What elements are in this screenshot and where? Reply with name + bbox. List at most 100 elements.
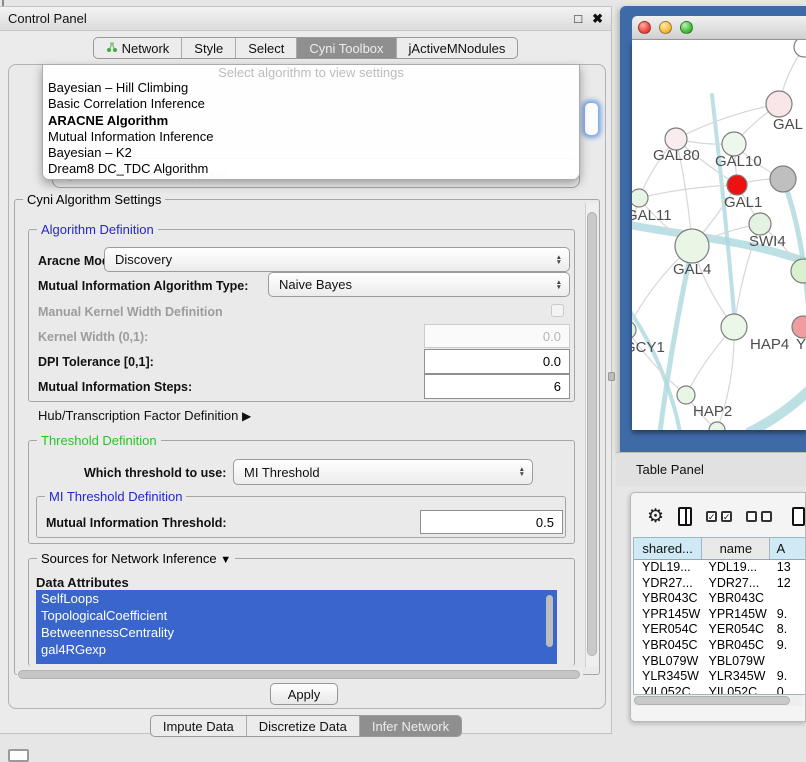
network-node-swi4[interactable]	[749, 213, 771, 235]
settings-horizontal-scrollbar[interactable]	[17, 669, 583, 680]
minimized-panel-icon[interactable]	[8, 749, 29, 762]
table-row[interactable]: YBR045CYBR045C9.	[634, 638, 806, 654]
top-tab-strip: NetworkStyleSelectCyni ToolboxjActiveMNo…	[0, 37, 611, 59]
network-edge-highlight	[632, 300, 680, 430]
column-header-clipped[interactable]: A	[770, 538, 806, 559]
kernel-width-field[interactable]: 0.0	[424, 324, 570, 348]
aracne-mode-value: Discovery	[115, 252, 172, 267]
zoom-window-icon[interactable]	[680, 21, 693, 34]
tab-discretize-data[interactable]: Discretize Data	[247, 716, 360, 736]
gear-icon[interactable]: ⚙	[647, 507, 664, 526]
network-node-hap4[interactable]	[721, 314, 747, 340]
column-header-shared-name[interactable]: shared...	[634, 538, 702, 559]
tab-infer-network[interactable]: Infer Network	[360, 716, 461, 736]
table-cell: YIL052C	[634, 685, 702, 695]
attributes-scrollbar-thumb[interactable]	[546, 595, 553, 647]
aracne-mode-combo[interactable]: Discovery ▲▼	[104, 247, 570, 272]
attribute-item[interactable]: BetweennessCentrality	[36, 624, 557, 641]
network-node-gal4[interactable]	[675, 229, 709, 263]
settings-vscroll-thumb[interactable]	[587, 212, 597, 656]
table-horizontal-scrollbar[interactable]	[633, 695, 803, 706]
hub-definition-toggle[interactable]: Hub/Transcription Factor Definition ▶	[38, 408, 251, 423]
algorithm-option[interactable]: Bayesian – K2	[43, 145, 579, 161]
column-header-name[interactable]: name	[702, 538, 770, 559]
tab-jactivemnodules[interactable]: jActiveMNodules	[397, 38, 518, 58]
data-attributes-list[interactable]: SelfLoopsTopologicalCoefficientBetweenne…	[36, 590, 557, 664]
dpi-tolerance-field[interactable]: 0.0	[424, 349, 570, 374]
table-cell: YBL079W	[634, 654, 702, 670]
close-panel-icon[interactable]: ✖	[592, 11, 603, 27]
mi-type-combo[interactable]: Naive Bayes ▲▼	[268, 272, 570, 297]
tab-style[interactable]: Style	[182, 38, 236, 58]
network-node[interactable]	[791, 259, 806, 283]
table-cell: 13	[771, 560, 806, 576]
algorithm-option[interactable]: Mutual Information Inference	[43, 129, 579, 145]
network-node-label: HAP2	[693, 403, 732, 420]
settings-vertical-scrollbar[interactable]	[585, 203, 598, 667]
sources-legend[interactable]: Sources for Network Inference ▼	[37, 551, 235, 566]
settings-hscroll-thumb[interactable]	[18, 670, 580, 679]
minimize-window-icon[interactable]	[659, 21, 672, 34]
network-node-label: Y	[796, 336, 806, 353]
tab-impute-data[interactable]: Impute Data	[151, 716, 247, 736]
tab-network[interactable]: Network	[94, 38, 183, 58]
table-cell: YPR145W	[702, 607, 770, 623]
attribute-item[interactable]: gal4RGexp	[36, 641, 557, 658]
close-window-icon[interactable]	[638, 21, 651, 34]
table-cell: YLR345W	[702, 669, 770, 685]
table-row[interactable]: YLR345WYLR345W9.	[634, 669, 806, 685]
select-all-icon[interactable]: ✓ ✓	[706, 511, 732, 522]
table-row[interactable]: YBR043CYBR043C	[634, 591, 806, 607]
unchecked-box-icon	[746, 511, 757, 522]
table-cell: 8.	[771, 622, 806, 638]
table-row[interactable]: YDR27...YDR27...12	[634, 576, 806, 592]
table-cell: YBR043C	[634, 591, 702, 607]
combo-stepper-icon: ▲▼	[556, 255, 562, 265]
mi-threshold-legend: MI Threshold Definition	[45, 489, 186, 504]
tab-cyni-toolbox[interactable]: Cyni Toolbox	[297, 38, 396, 58]
table-hscroll-thumb[interactable]	[634, 696, 790, 705]
float-panel-icon[interactable]: □	[574, 11, 582, 26]
network-node-gal[interactable]	[766, 91, 792, 117]
tab-select[interactable]: Select	[236, 38, 297, 58]
which-threshold-combo[interactable]: MI Threshold ▲▼	[233, 459, 533, 485]
algorithm-option[interactable]: ARACNE Algorithm	[43, 113, 579, 129]
table-row[interactable]: YER054CYER054C8.	[634, 622, 806, 638]
mi-steps-value: 6	[554, 379, 561, 394]
network-node-hap2[interactable]	[677, 386, 695, 404]
panel-splitter-handle[interactable]	[608, 372, 615, 381]
deselect-all-icon[interactable]	[746, 511, 772, 522]
sources-legend-text: Sources for Network Inference	[41, 551, 217, 566]
network-node-label: HAP4	[750, 336, 789, 353]
algorithm-option[interactable]: Bayesian – Hill Climbing	[43, 80, 579, 96]
table-row[interactable]: YBL079WYBL079W	[634, 654, 806, 670]
table-row[interactable]: YDL19...YDL19...13	[634, 560, 806, 576]
network-node-gal1[interactable]	[727, 175, 747, 195]
data-attributes-label: Data Attributes	[36, 575, 129, 590]
network-node[interactable]	[709, 422, 725, 430]
table-row[interactable]: YPR145WYPR145W9.	[634, 607, 806, 623]
mi-steps-field[interactable]: 6	[424, 374, 570, 399]
control-panel-titlebar: Control Panel □ ✖	[0, 7, 611, 31]
apply-button[interactable]: Apply	[270, 683, 338, 705]
document-icon[interactable]	[792, 507, 805, 526]
network-node-y[interactable]	[792, 316, 806, 338]
network-node[interactable]	[770, 166, 796, 192]
manual-kernel-checkbox[interactable]	[551, 304, 564, 317]
mi-type-label: Mutual Information Algorithm Type:	[38, 279, 248, 293]
mi-threshold-field[interactable]: 0.5	[420, 510, 563, 534]
table-row[interactable]: YIL052CYIL052C0.	[634, 685, 806, 695]
network-node-gal11[interactable]	[632, 189, 648, 207]
checked-box-icon: ✓	[721, 511, 732, 522]
algorithm-option[interactable]: Basic Correlation Inference	[43, 96, 579, 112]
network-canvas[interactable]: GALGAL80GAL10GAL1GAL11SWI4GAL4GCY1HAP4YH…	[632, 40, 806, 430]
attribute-item[interactable]: SelfLoops	[36, 590, 557, 607]
attribute-item[interactable]: TopologicalCoefficient	[36, 607, 557, 624]
dpi-tolerance-label: DPI Tolerance [0,1]:	[38, 355, 154, 369]
network-node-gcy1[interactable]	[632, 321, 636, 339]
network-node[interactable]	[794, 40, 806, 57]
split-view-icon[interactable]	[678, 507, 692, 526]
algorithm-option[interactable]: Dream8 DC_TDC Algorithm	[43, 161, 579, 177]
table-panel-title: Table Panel	[636, 462, 704, 477]
table-cell: YLR345W	[634, 669, 702, 685]
